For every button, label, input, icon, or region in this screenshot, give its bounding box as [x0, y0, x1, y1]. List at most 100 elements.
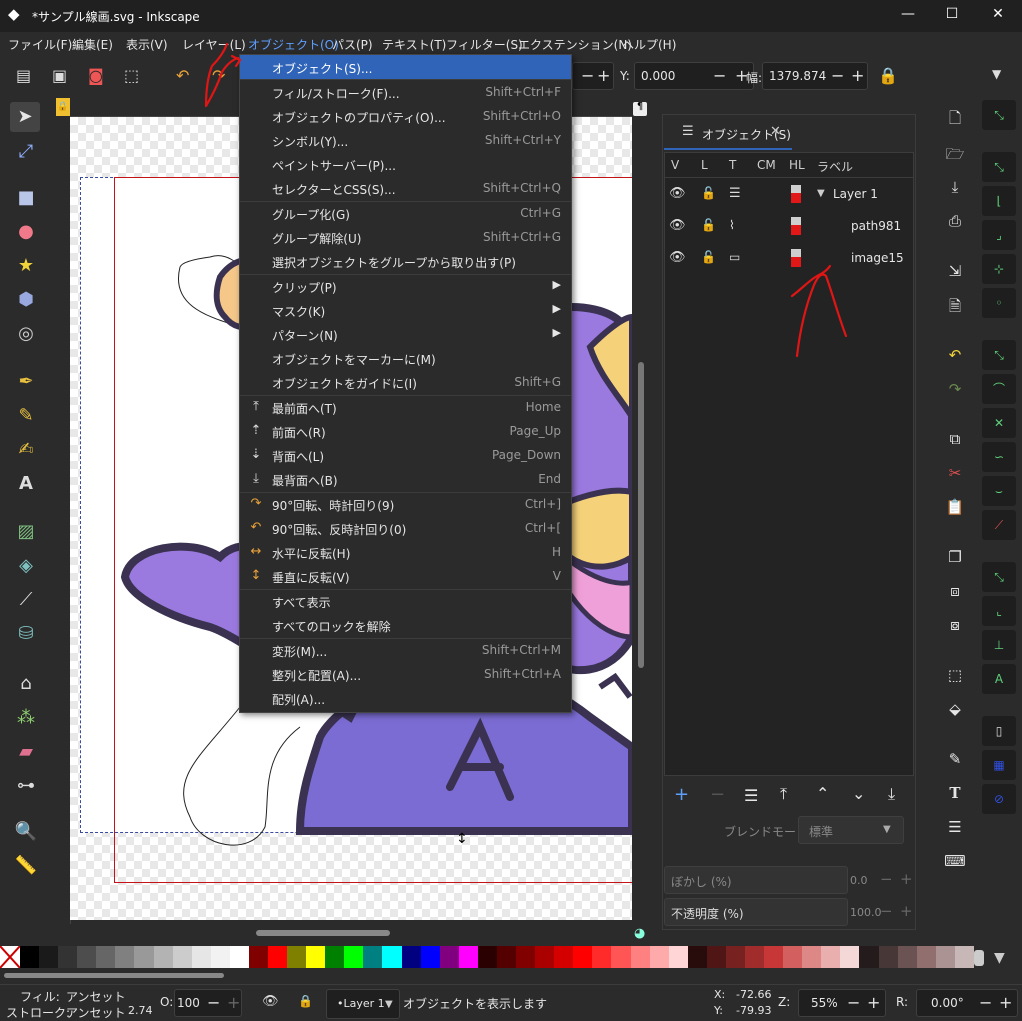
palette-swatch[interactable] — [592, 946, 612, 968]
snap-bbox-center-icon[interactable]: ◦ — [982, 288, 1016, 318]
close-icon[interactable]: ✕ — [988, 6, 1008, 26]
vertical-ruler[interactable] — [52, 116, 71, 924]
rotation-plus-button[interactable]: + — [999, 993, 1012, 1012]
select-all-layers-icon[interactable]: ▣ — [52, 68, 67, 84]
snap-rotation-center-icon[interactable]: ⊥ — [982, 630, 1016, 660]
menu-item-object-properties[interactable]: オブジェクトのプロパティ(O)... Shift+Ctrl+O — [240, 104, 571, 128]
tweak-tool-icon[interactable]: ⌂ — [14, 672, 38, 696]
tree-label[interactable]: image15 — [851, 251, 904, 265]
opacity-minus-button[interactable]: − — [880, 902, 893, 920]
cut-icon[interactable]: ✂ — [942, 464, 968, 486]
menu-item-lower-to-bottom[interactable]: ⤓ 最背面へ(B) End — [240, 467, 571, 491]
palette-swatch[interactable] — [153, 946, 173, 968]
vertical-scroll-thumb[interactable] — [638, 362, 644, 668]
blur-value[interactable]: 0.0 — [850, 874, 868, 887]
width-minus-button[interactable]: − — [831, 66, 844, 85]
menu-object[interactable]: オブジェクト(O) — [248, 36, 339, 53]
menu-edit[interactable]: 編集(E) — [72, 36, 113, 53]
palette-swatch[interactable] — [802, 946, 822, 968]
palette-swatch[interactable] — [306, 946, 326, 968]
menu-item-ungroup[interactable]: グループ解除(U) Shift+Ctrl+G — [240, 225, 571, 249]
eye-icon[interactable]: 👁 — [669, 187, 686, 200]
zoom-plus-button[interactable]: + — [867, 993, 880, 1012]
redo-icon[interactable]: ↷ — [942, 380, 968, 402]
ruler-lock-icon[interactable]: 🔒 — [56, 98, 70, 116]
xml-editor-icon[interactable]: ⌨ — [942, 852, 968, 874]
menu-item-clip[interactable]: クリップ(P) ▶ — [240, 274, 571, 298]
menu-help[interactable]: ヘルプ(H) — [622, 36, 676, 53]
lock-icon[interactable]: 🔒 — [298, 995, 313, 1007]
palette-swatch[interactable] — [115, 946, 135, 968]
menu-text[interactable]: テキスト(T) — [382, 36, 446, 53]
palette-swatch[interactable] — [706, 946, 726, 968]
palette-swatch[interactable] — [172, 946, 192, 968]
palette-swatch[interactable] — [554, 946, 574, 968]
palette-swatch[interactable] — [840, 946, 860, 968]
no-paint-swatch[interactable] — [0, 946, 20, 968]
add-layer-button[interactable]: + — [674, 784, 689, 805]
column-visible[interactable]: V — [671, 158, 679, 172]
palette-swatch[interactable] — [134, 946, 154, 968]
highlight-color-swatch[interactable] — [791, 217, 801, 235]
node-tool-icon[interactable]: ⤢ — [14, 140, 38, 164]
snap-center-icon[interactable]: ⌞ — [982, 596, 1016, 626]
open-document-icon[interactable]: 🗁 — [942, 144, 968, 166]
palette-swatch[interactable] — [935, 946, 955, 968]
column-highlight[interactable]: HL — [789, 158, 805, 172]
palette-swatch[interactable] — [344, 946, 364, 968]
group-icon[interactable]: ⬚ — [942, 666, 968, 688]
menu-item-objects[interactable]: オブジェクト(S)... — [240, 55, 571, 79]
menu-item-align-distribute[interactable]: 整列と配置(A)... Shift+Ctrl+A — [240, 662, 571, 686]
copy-icon[interactable]: ⧉ — [942, 430, 968, 452]
snap-intersection-icon[interactable]: ✕ — [982, 408, 1016, 438]
opacity-value[interactable]: 100 — [177, 996, 200, 1010]
snap-bbox-corner-icon[interactable]: ⌟ — [982, 220, 1016, 250]
palette-swatch[interactable] — [535, 946, 555, 968]
tab-objects[interactable]: ☰ オブジェクト(S) ✕ — [664, 118, 792, 150]
menu-filters[interactable]: フィルター(S) — [446, 36, 523, 53]
deselect-icon[interactable]: ⬚ — [124, 68, 139, 84]
opacity-field[interactable]: 不透明度 (%) — [664, 898, 848, 926]
horizontal-scroll-thumb[interactable] — [256, 930, 390, 936]
menu-item-raise-to-top[interactable]: ⤒ 最前面へ(T) Home — [240, 395, 571, 419]
palette-swatch[interactable] — [39, 946, 59, 968]
opacity-plus-button[interactable]: + — [900, 902, 913, 920]
palette-scrollbar[interactable] — [0, 968, 974, 982]
spiral-tool-icon[interactable]: ◎ — [14, 322, 38, 346]
palette-swatch[interactable] — [897, 946, 917, 968]
palette-swatch[interactable] — [191, 946, 211, 968]
eye-icon[interactable]: 👁 — [669, 251, 686, 264]
pen-tool-icon[interactable]: ✒ — [14, 370, 38, 394]
text-tool-icon[interactable]: A — [14, 472, 38, 496]
palette-swatch[interactable] — [96, 946, 116, 968]
snap-smooth-icon[interactable]: ∽ — [982, 442, 1016, 472]
palette-swatch[interactable] — [420, 946, 440, 968]
snap-grid-icon[interactable]: ▦ — [982, 750, 1016, 780]
opacity-plus-button[interactable]: + — [227, 993, 240, 1012]
snap-bbox-icon[interactable]: ⤡ — [982, 152, 1016, 182]
palette-scroll-thumb[interactable] — [4, 973, 224, 978]
3dbox-tool-icon[interactable]: ⬢ — [14, 288, 38, 312]
gradient-tool-icon[interactable]: ▨ — [14, 520, 38, 544]
text-font-icon[interactable]: T — [942, 784, 968, 806]
selector-tool-icon[interactable]: ➤ — [10, 102, 40, 132]
palette-swatch[interactable] — [77, 946, 97, 968]
minimize-icon[interactable]: — — [898, 6, 918, 26]
menu-path[interactable]: パス(P) — [332, 36, 373, 53]
rectangle-tool-icon[interactable]: ■ — [14, 186, 38, 210]
snap-nodes-icon[interactable]: ⤡ — [982, 340, 1016, 370]
save-icon[interactable]: ⤓ — [942, 178, 968, 200]
menu-item-group[interactable]: グループ化(G) Ctrl+G — [240, 201, 571, 225]
menu-item-objects-to-guides[interactable]: オブジェクトをガイドに(I) Shift+G — [240, 370, 571, 394]
undo-icon[interactable]: ↶ — [942, 346, 968, 368]
current-layer[interactable]: •Layer 1 — [337, 997, 385, 1010]
spray-tool-icon[interactable]: ⁂ — [14, 706, 38, 730]
eye-icon[interactable]: 👁 — [669, 219, 686, 232]
palette-options-icon[interactable]: ▼ — [994, 950, 1005, 966]
opacity-stepper[interactable]: 100 − + — [174, 989, 242, 1017]
tree-row-image15[interactable]: 👁 🔓 ▭ image15 — [665, 243, 913, 275]
tree-label[interactable]: Layer 1 — [833, 187, 878, 201]
lock-icon[interactable]: 🔒 — [878, 68, 898, 84]
palette-swatch[interactable] — [248, 946, 269, 968]
palette-swatch[interactable] — [649, 946, 669, 968]
